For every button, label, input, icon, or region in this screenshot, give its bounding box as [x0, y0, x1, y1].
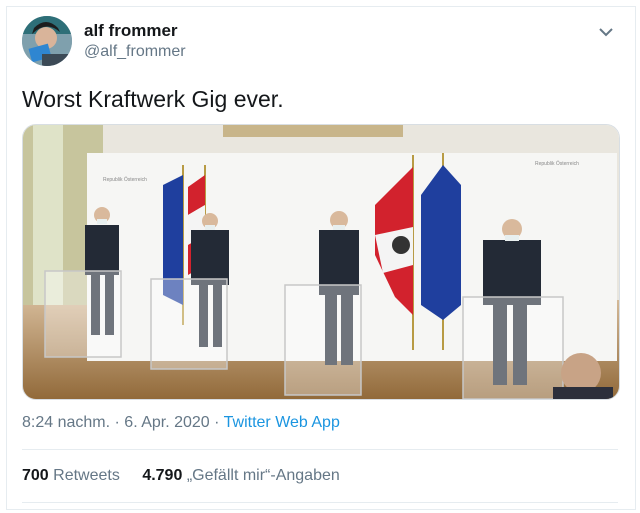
chevron-down-icon[interactable] [596, 22, 616, 42]
tweet-date[interactable]: 6. Apr. 2020 [124, 414, 209, 431]
retweets-count: 700 [22, 467, 49, 484]
meta-separator: · [114, 414, 120, 431]
tweet-photo[interactable]: Republik Österreich Republik Österreich [22, 124, 620, 400]
meta-separator: · [214, 414, 220, 431]
source-app-link[interactable]: Twitter Web App [224, 414, 340, 431]
likes-count: 4.790 [142, 467, 183, 484]
avatar[interactable] [22, 16, 72, 66]
user-handle[interactable]: @alf_frommer [84, 43, 186, 61]
retweets-stat[interactable]: 700 Retweets [22, 467, 120, 485]
backdrop-label-right: Republik Österreich [535, 160, 579, 167]
likes-label: „Gefällt mir“-Angaben [186, 467, 340, 484]
divider [22, 502, 618, 503]
tweet-header: alf frommer @alf_frommer [22, 16, 622, 68]
divider [22, 449, 618, 450]
tweet-time[interactable]: 8:24 nachm. [22, 414, 110, 431]
tweet-stats: 700 Retweets 4.790 „Gefällt mir“-Angaben [22, 467, 358, 485]
backdrop-label-left: Republik Österreich [103, 176, 147, 183]
retweets-label: Retweets [53, 467, 120, 484]
tweet-text: Worst Kraftwerk Gig ever. [22, 86, 284, 112]
user-name[interactable]: alf frommer [84, 21, 178, 41]
tweet-meta: 8:24 nachm. · 6. Apr. 2020 · Twitter Web… [22, 414, 340, 432]
likes-stat[interactable]: 4.790 „Gefällt mir“-Angaben [142, 467, 339, 485]
